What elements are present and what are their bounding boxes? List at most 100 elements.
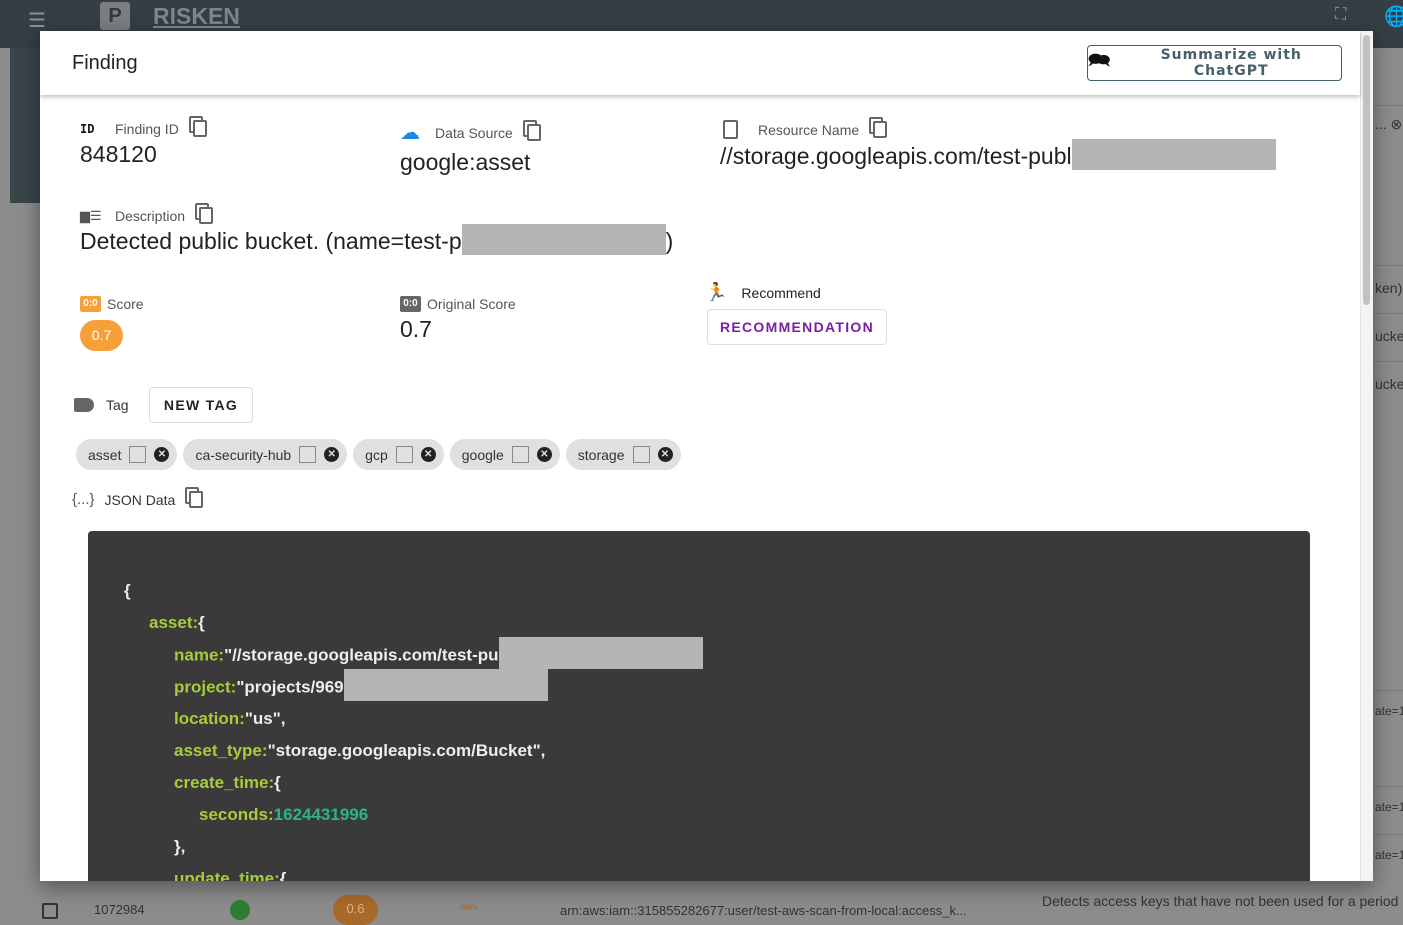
open-external-icon[interactable] [511, 446, 529, 463]
redacted-block [1071, 139, 1276, 171]
copy-icon[interactable] [189, 491, 204, 508]
json-key: update_time: [174, 869, 280, 881]
tag-label: gcp [365, 446, 388, 463]
label: Score [107, 296, 144, 312]
description-field: ▆☰ Description Detected public bucket. (n… [80, 207, 673, 256]
label: JSON Data [104, 491, 176, 508]
row-description: Detects access keys that have not been u… [1042, 893, 1399, 909]
row-score: 0.6 [333, 895, 378, 925]
description-value: Detected public bucket. (name=test-p [80, 228, 462, 254]
json-line: location:"us", [124, 707, 1310, 739]
remove-tag-icon[interactable]: ✕ [420, 447, 436, 462]
tag-icon [74, 398, 94, 412]
open-external-icon[interactable] [395, 446, 413, 463]
json-value: { [279, 869, 287, 881]
redacted-block [498, 637, 703, 669]
remove-tag-icon[interactable]: ✕ [154, 447, 170, 462]
fullscreen-icon[interactable]: ⛶ [1335, 6, 1346, 24]
json-line: }, [124, 835, 1310, 867]
finding-id-value: 848120 [80, 141, 157, 167]
recommendation-button[interactable]: RECOMMENDATION [707, 309, 887, 345]
json-line: { [124, 579, 1310, 611]
json-value: 1624431996 [273, 805, 369, 824]
background-row: ucket [1373, 313, 1403, 361]
label: Description [115, 207, 186, 224]
json-line: project:"projects/969 [124, 669, 1310, 707]
background-row: ucket [1373, 361, 1403, 409]
score-icon: 0:0 [400, 296, 421, 312]
json-data-field: {...} JSON Data [72, 491, 204, 508]
data-source-value: google:asset [400, 149, 531, 175]
score-badge: 0.7 [80, 320, 123, 351]
json-value: "us", [244, 709, 286, 728]
copy-icon[interactable] [873, 121, 888, 138]
copy-icon[interactable] [192, 120, 207, 137]
json-key: seconds: [199, 805, 274, 824]
tag-chip[interactable]: gcp ✕ [353, 439, 444, 470]
tag-chip[interactable]: asset ✕ [76, 439, 178, 470]
copy-icon[interactable] [526, 124, 541, 141]
scrollbar-thumb[interactable] [1363, 35, 1370, 305]
summarize-chatgpt-button[interactable]: 🗪 Summarize with ChatGPT [1087, 45, 1342, 81]
json-value: "//storage.googleapis.com/test-pu [224, 645, 499, 665]
row-checkbox[interactable] [42, 903, 58, 919]
json-line: update_time:{ [124, 867, 1310, 881]
resource-name-field: Resource Name //storage.googleapis.com/t… [720, 120, 1276, 171]
json-icon: {...} [72, 491, 95, 508]
json-value: { [124, 581, 131, 600]
background-row: ken) [1373, 265, 1403, 313]
tag-chip[interactable]: ca-security-hub ✕ [183, 439, 348, 470]
json-line: asset_type:"storage.googleapis.com/Bucke… [124, 739, 1310, 771]
json-key: asset: [149, 613, 199, 632]
scrollbar[interactable] [1360, 31, 1373, 881]
chat-icon: 🗪 [1088, 50, 1112, 71]
globe-icon[interactable]: 🌐 [1384, 4, 1403, 29]
background-row: ate=1 [1373, 834, 1403, 882]
tag-label: google [461, 446, 504, 463]
menu-icon[interactable]: ☰ [28, 8, 46, 33]
open-external-icon[interactable] [632, 446, 650, 463]
original-score-field: 0:0 Original Score 0.7 [400, 296, 516, 343]
score-icon: 0:0 [80, 296, 101, 312]
background-row: ate=1 [1373, 786, 1403, 834]
check-icon [230, 900, 250, 920]
running-person-icon: 🏃 [705, 282, 728, 302]
resource-name-value: //storage.googleapis.com/test-publ [720, 143, 1072, 169]
tag-label: ca-security-hub [195, 446, 292, 463]
score-field: 0:0 Score 0.7 [80, 296, 144, 351]
background-row: ... ⊗ [1373, 105, 1403, 153]
tag-field: Tag [74, 397, 129, 413]
remove-tag-icon[interactable]: ✕ [324, 447, 340, 462]
recommend-field: 🏃 Recommend [705, 282, 821, 303]
tag-list: asset ✕ ca-security-hub ✕ gcp ✕ google ✕ storage… [76, 439, 687, 470]
json-value: "storage.googleapis.com/Bucket", [267, 741, 546, 760]
aws-logo: aws [460, 902, 478, 913]
tag-label: storage [577, 446, 625, 463]
row-text: ... [1375, 116, 1387, 132]
json-code-block: { asset: { name:"//storage.googleapis.com/t… [88, 531, 1310, 881]
background-row: ate=1 [1373, 690, 1403, 738]
label: Tag [106, 397, 129, 413]
json-value: { [274, 773, 281, 792]
open-external-icon[interactable] [129, 446, 147, 463]
tag-label: asset [88, 446, 122, 463]
json-key: name: [174, 645, 225, 665]
dialog-title: Finding [72, 52, 138, 74]
open-external-icon[interactable] [299, 446, 317, 463]
tag-chip[interactable]: google ✕ [449, 439, 560, 470]
brand-link[interactable]: RISKEN [153, 3, 240, 30]
description-icon: ▆☰ [80, 207, 102, 223]
json-key: project: [174, 677, 237, 697]
remove-tag-icon[interactable]: ✕ [657, 447, 673, 462]
remove-tag-icon[interactable]: ✕ [536, 447, 552, 462]
json-line: seconds:1624431996 [124, 803, 1310, 835]
json-key: asset_type: [174, 741, 268, 760]
finding-id-field: ID Finding ID 848120 [80, 120, 207, 168]
copy-icon[interactable] [199, 207, 214, 224]
json-key: create_time: [174, 773, 275, 792]
json-key: location: [174, 709, 245, 728]
new-tag-button[interactable]: NEW TAG [149, 387, 253, 423]
tag-chip[interactable]: storage ✕ [565, 439, 681, 470]
background-panel [10, 48, 40, 203]
data-source-field: ☁ Data Source google:asset [400, 120, 541, 176]
